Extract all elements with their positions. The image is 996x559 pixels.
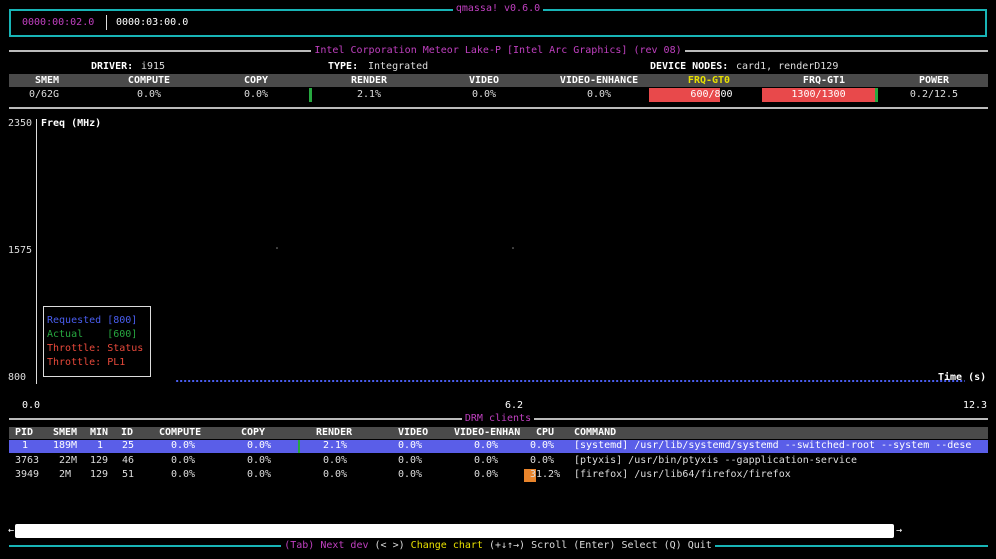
x-tick-end: 12.3 [963, 400, 988, 411]
key-help: (Tab) Next dev (< >) Change chart (+↓↑→)… [0, 540, 996, 551]
col-cpu[interactable]: CPU [536, 427, 554, 438]
chart-point [276, 247, 278, 249]
help-change-chart: Change chart [410, 540, 483, 551]
x-tick-start: 0.0 [22, 400, 41, 411]
scroll-left-arrow[interactable]: ← [8, 525, 14, 536]
chart-point [512, 247, 514, 249]
legend-throttle-pl1: Throttle: PL1 [47, 357, 126, 368]
chart-legend: Requested [800] Actual [600] Throttle: S… [43, 306, 151, 377]
legend-requested: Requested [800] [47, 315, 138, 326]
col-pid[interactable]: PID [15, 427, 33, 438]
render-level-bar [298, 440, 300, 453]
table-row[interactable]: 3763 22M 129 46 0.0% 0.0% 0.0% 0.0% 0.0%… [9, 455, 988, 468]
col-copy[interactable]: COPY [241, 427, 265, 438]
x-tick-mid: 6.2 [505, 400, 524, 411]
col-video[interactable]: VIDEO [398, 427, 428, 438]
help-select: Select [621, 540, 658, 551]
clients-table-header: PID SMEM MIN ID COMPUTE COPY RENDER VIDE… [9, 427, 988, 439]
horizontal-scrollbar-thumb[interactable] [15, 524, 894, 538]
col-video-enhance[interactable]: VIDEO-ENHAN [454, 427, 520, 438]
scroll-right-arrow[interactable]: → [896, 525, 902, 536]
table-row[interactable]: 1 189M 1 25 0.0% 0.0% 2.1% 0.0% 0.0% 0.0… [9, 440, 988, 453]
col-command[interactable]: COMMAND [574, 427, 616, 438]
col-smem[interactable]: SMEM [53, 427, 77, 438]
key-enter: (Enter) [573, 540, 616, 551]
key-scroll: (+↓↑→) [488, 540, 526, 551]
col-id[interactable]: ID [121, 427, 133, 438]
help-next-dev: Next dev [320, 540, 369, 551]
key-quit: (Q) [663, 540, 682, 551]
help-scroll: Scroll [531, 540, 568, 551]
x-axis-label: Time (s) [938, 372, 987, 383]
legend-actual: Actual [600] [47, 329, 138, 340]
col-compute[interactable]: COMPUTE [159, 427, 201, 438]
clients-title: DRM clients [0, 413, 996, 424]
help-quit: Quit [687, 540, 712, 551]
col-render[interactable]: RENDER [316, 427, 352, 438]
key-arrows: (< >) [374, 540, 405, 551]
table-row[interactable]: 3949 2M 129 51 0.0% 0.0% 0.0% 0.0% 0.0% … [9, 469, 988, 482]
legend-throttle-status: Throttle: Status [47, 343, 144, 354]
col-min[interactable]: MIN [90, 427, 108, 438]
key-tab: (Tab) [284, 540, 315, 551]
